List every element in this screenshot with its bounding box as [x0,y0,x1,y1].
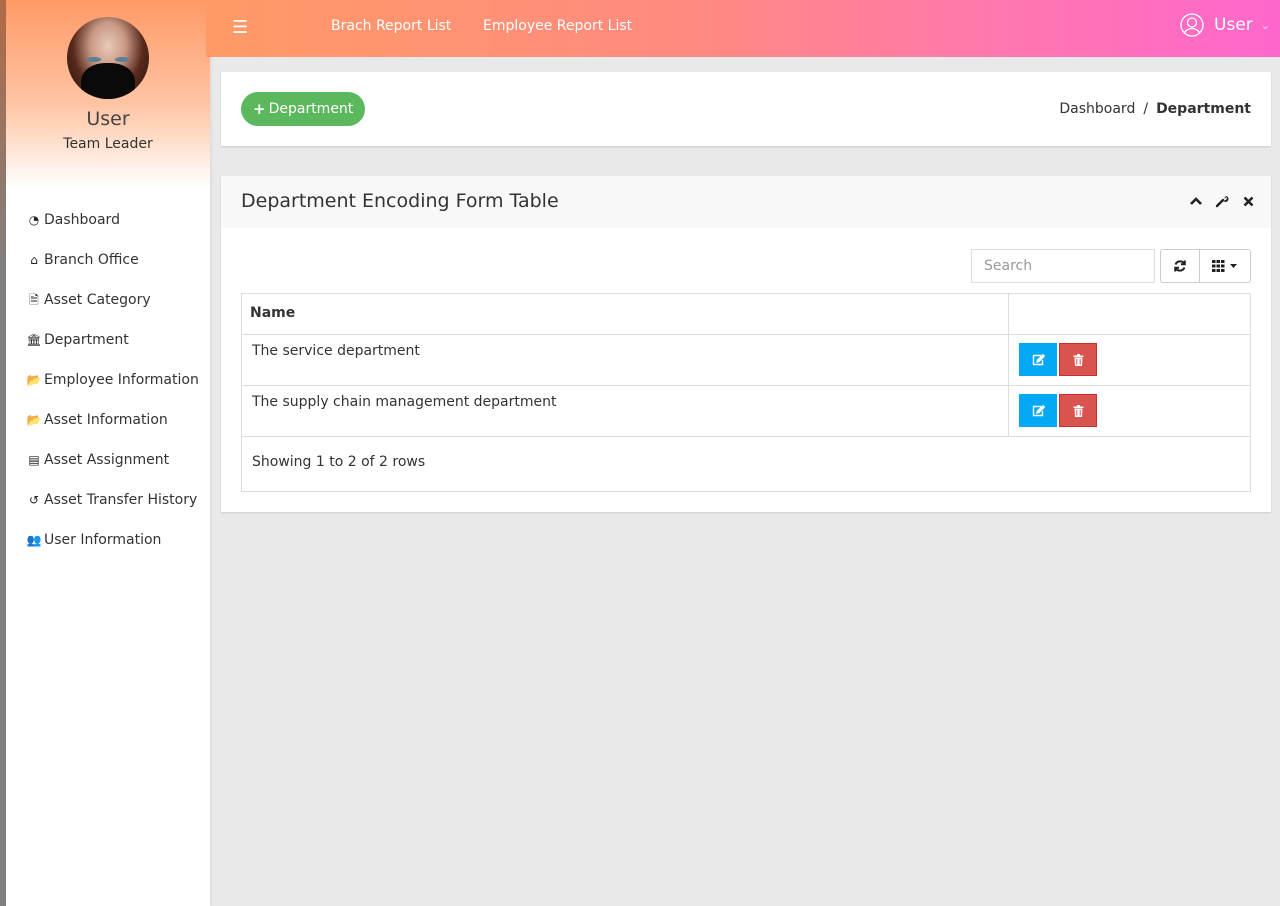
caret-down-icon [1230,264,1237,268]
user-menu-label: User [1214,15,1253,35]
trash-icon [1073,353,1083,366]
nav-link-branch-report-list[interactable]: Brach Report List [331,18,451,34]
list-alt-icon: ▤ [28,453,40,467]
users-icon: 👥 [26,533,42,547]
department-name-cell: The service department [241,334,1009,386]
breadcrumb-current: Department [1156,101,1251,117]
dashboard-icon: ◔ [28,213,40,227]
table-header-row: Name [241,293,1251,335]
department-name-cell: The supply chain management department [241,385,1009,437]
sidebar-item-department[interactable]: 🏛 Department [6,320,210,360]
table-row: The service department [241,334,1251,386]
row-actions [1008,385,1251,437]
user-menu[interactable]: User ⌄ [1180,13,1270,37]
sidebar-item-dashboard[interactable]: ◔ Dashboard [6,200,210,240]
collapse-chevron-up-icon[interactable] [1189,192,1203,210]
table-row: The supply chain management department [241,385,1251,437]
edit-icon [1032,353,1045,365]
column-header-actions [1008,293,1251,335]
pagination-info: Showing 1 to 2 of 2 rows [241,436,1251,492]
sidebar-item-employee-information[interactable]: 📂 Employee Information [6,360,210,400]
delete-button[interactable] [1059,343,1097,376]
profile-role: Team Leader [63,136,153,152]
user-circle-icon [1180,13,1204,37]
refresh-button[interactable] [1160,249,1200,283]
refresh-icon [1174,260,1186,272]
table-footer-row: Showing 1 to 2 of 2 rows [241,436,1251,492]
grid-icon [1212,260,1225,272]
folder-open-icon: 📂 [26,413,42,427]
breadcrumb-dashboard[interactable]: Dashboard [1059,101,1135,117]
column-header-name[interactable]: Name [241,293,1009,335]
sidebar-item-branch-office[interactable]: ⌂ Branch Office [6,240,210,280]
close-icon[interactable] [1241,192,1255,210]
bank-icon: 🏛 [26,333,42,347]
department-table: Name The service department The supply c… [241,293,1251,492]
home-icon: ⌂ [30,253,38,267]
folder-open-icon: 📂 [26,373,42,387]
page-header-panel: + Department Dashboard / Department [221,72,1271,146]
breadcrumb: Dashboard / Department [1059,101,1251,117]
sidebar-nav: ◔ Dashboard ⌂ Branch Office 🗎 Asset Categor… [6,188,210,560]
hamburger-menu-icon[interactable]: ☰ [232,17,248,38]
nav-link-employee-report-list[interactable]: Employee Report List [483,18,632,34]
edit-button[interactable] [1019,343,1057,376]
trash-icon [1073,404,1083,417]
profile-name: User [86,108,130,130]
sidebar-item-asset-category[interactable]: 🗎 Asset Category [6,280,210,320]
columns-toggle-button[interactable] [1199,249,1251,283]
sidebar-item-asset-assignment[interactable]: ▤ Asset Assignment [6,440,210,480]
add-department-button[interactable]: + Department [241,92,366,126]
department-table-panel: Department Encoding Form Table Search Na… [221,176,1271,512]
sidebar-item-user-information[interactable]: 👥 User Information [6,520,210,560]
chevron-down-icon: ⌄ [1260,18,1270,32]
panel-title: Department Encoding Form Table [241,190,559,212]
wrench-icon[interactable] [1215,192,1229,210]
delete-button[interactable] [1059,394,1097,427]
breadcrumb-separator: / [1143,101,1149,117]
top-navbar: ☰ Brach Report List Employee Report List… [206,0,1280,57]
plus-icon: + [253,100,266,118]
avatar[interactable] [67,17,149,99]
history-icon: ↺ [28,493,40,507]
row-actions [1008,334,1251,386]
sidebar: User Team Leader ◔ Dashboard ⌂ Branch Offi… [6,0,210,906]
panel-header: Department Encoding Form Table [221,176,1271,228]
profile-card: User Team Leader [6,0,210,188]
search-input[interactable] [971,249,1155,283]
file-icon: 🗎 [29,293,39,307]
sidebar-item-asset-information[interactable]: 📂 Asset Information [6,400,210,440]
panel-tools [1189,192,1255,210]
edit-icon [1032,404,1045,416]
sidebar-item-asset-transfer-history[interactable]: ↺ Asset Transfer History [6,480,210,520]
edit-button[interactable] [1019,394,1057,427]
